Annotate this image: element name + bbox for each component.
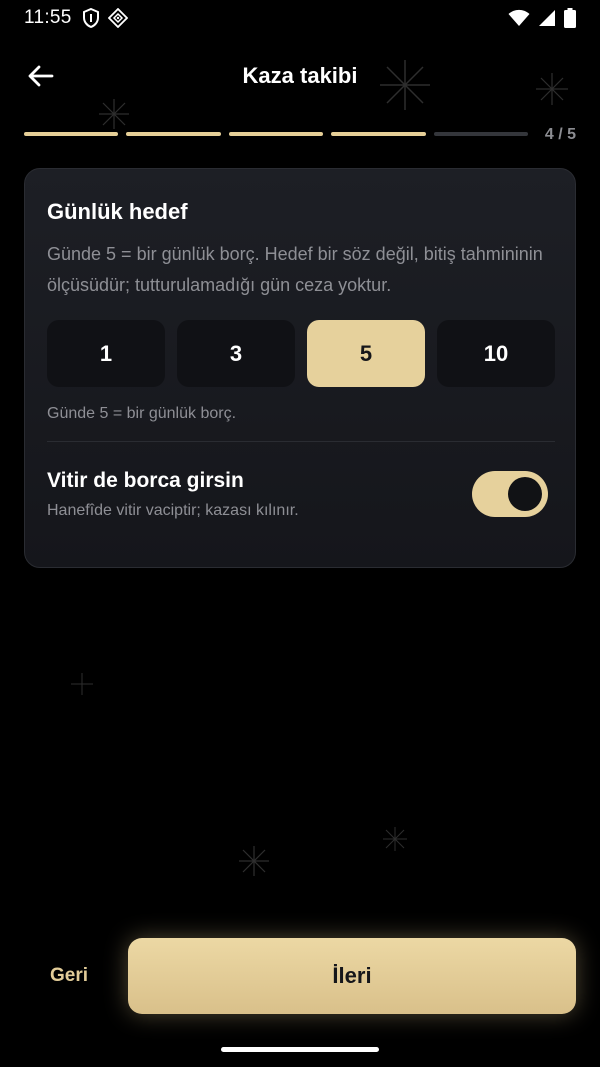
step-counter: 4 / 5 xyxy=(544,126,576,143)
top-bar: Kaza takibi xyxy=(0,50,600,102)
progress-segment xyxy=(228,132,324,136)
progress-segment xyxy=(331,132,426,136)
shield-icon xyxy=(83,8,99,28)
signal-icon xyxy=(539,10,555,26)
card-title: Günlük hedef xyxy=(47,199,188,224)
wifi-icon xyxy=(508,9,530,26)
goal-helper-text: Günde 5 = bir günlük borç. xyxy=(47,405,237,422)
home-indicator xyxy=(221,1047,379,1052)
status-bar: 11:55 xyxy=(0,0,600,36)
divider xyxy=(47,441,555,442)
page-title: Kaza takibi xyxy=(242,63,358,88)
vitir-toggle-description: Hanefîde vitir vaciptir; kazası kılınır. xyxy=(47,502,299,519)
vitir-toggle-label: Vitir de borca girsin xyxy=(47,469,244,492)
vitir-toggle-switch[interactable] xyxy=(472,471,548,517)
sparkle-decoration-icon xyxy=(383,827,407,851)
previous-button[interactable]: Geri xyxy=(50,965,88,987)
goal-option-1[interactable]: 1 xyxy=(47,320,165,387)
toggle-knob xyxy=(508,477,542,511)
goal-option-5[interactable]: 5 xyxy=(307,320,425,387)
goal-option-3[interactable]: 3 xyxy=(177,320,295,387)
goal-options: 1 3 5 10 xyxy=(47,320,555,387)
goal-option-10[interactable]: 10 xyxy=(437,320,555,387)
next-button[interactable]: İleri xyxy=(128,938,576,1014)
status-time: 11:55 xyxy=(24,7,72,28)
card-description: Günde 5 = bir günlük borç. Hedef bir söz… xyxy=(47,244,543,295)
battery-icon xyxy=(564,8,576,28)
status-right-icons xyxy=(508,8,576,28)
progress-segment xyxy=(24,132,119,136)
progress-segment xyxy=(126,132,221,136)
daily-goal-card: Günlük hedef Günde 5 = bir günlük borç. … xyxy=(24,168,576,568)
progress-segment xyxy=(433,132,529,136)
app-notification-icon xyxy=(108,8,128,28)
step-progress-bar xyxy=(24,132,529,136)
sparkle-decoration-icon xyxy=(239,846,269,876)
sparkle-decoration-icon xyxy=(99,99,129,129)
status-left-icons xyxy=(82,8,128,28)
sparkle-decoration-icon xyxy=(71,673,93,695)
